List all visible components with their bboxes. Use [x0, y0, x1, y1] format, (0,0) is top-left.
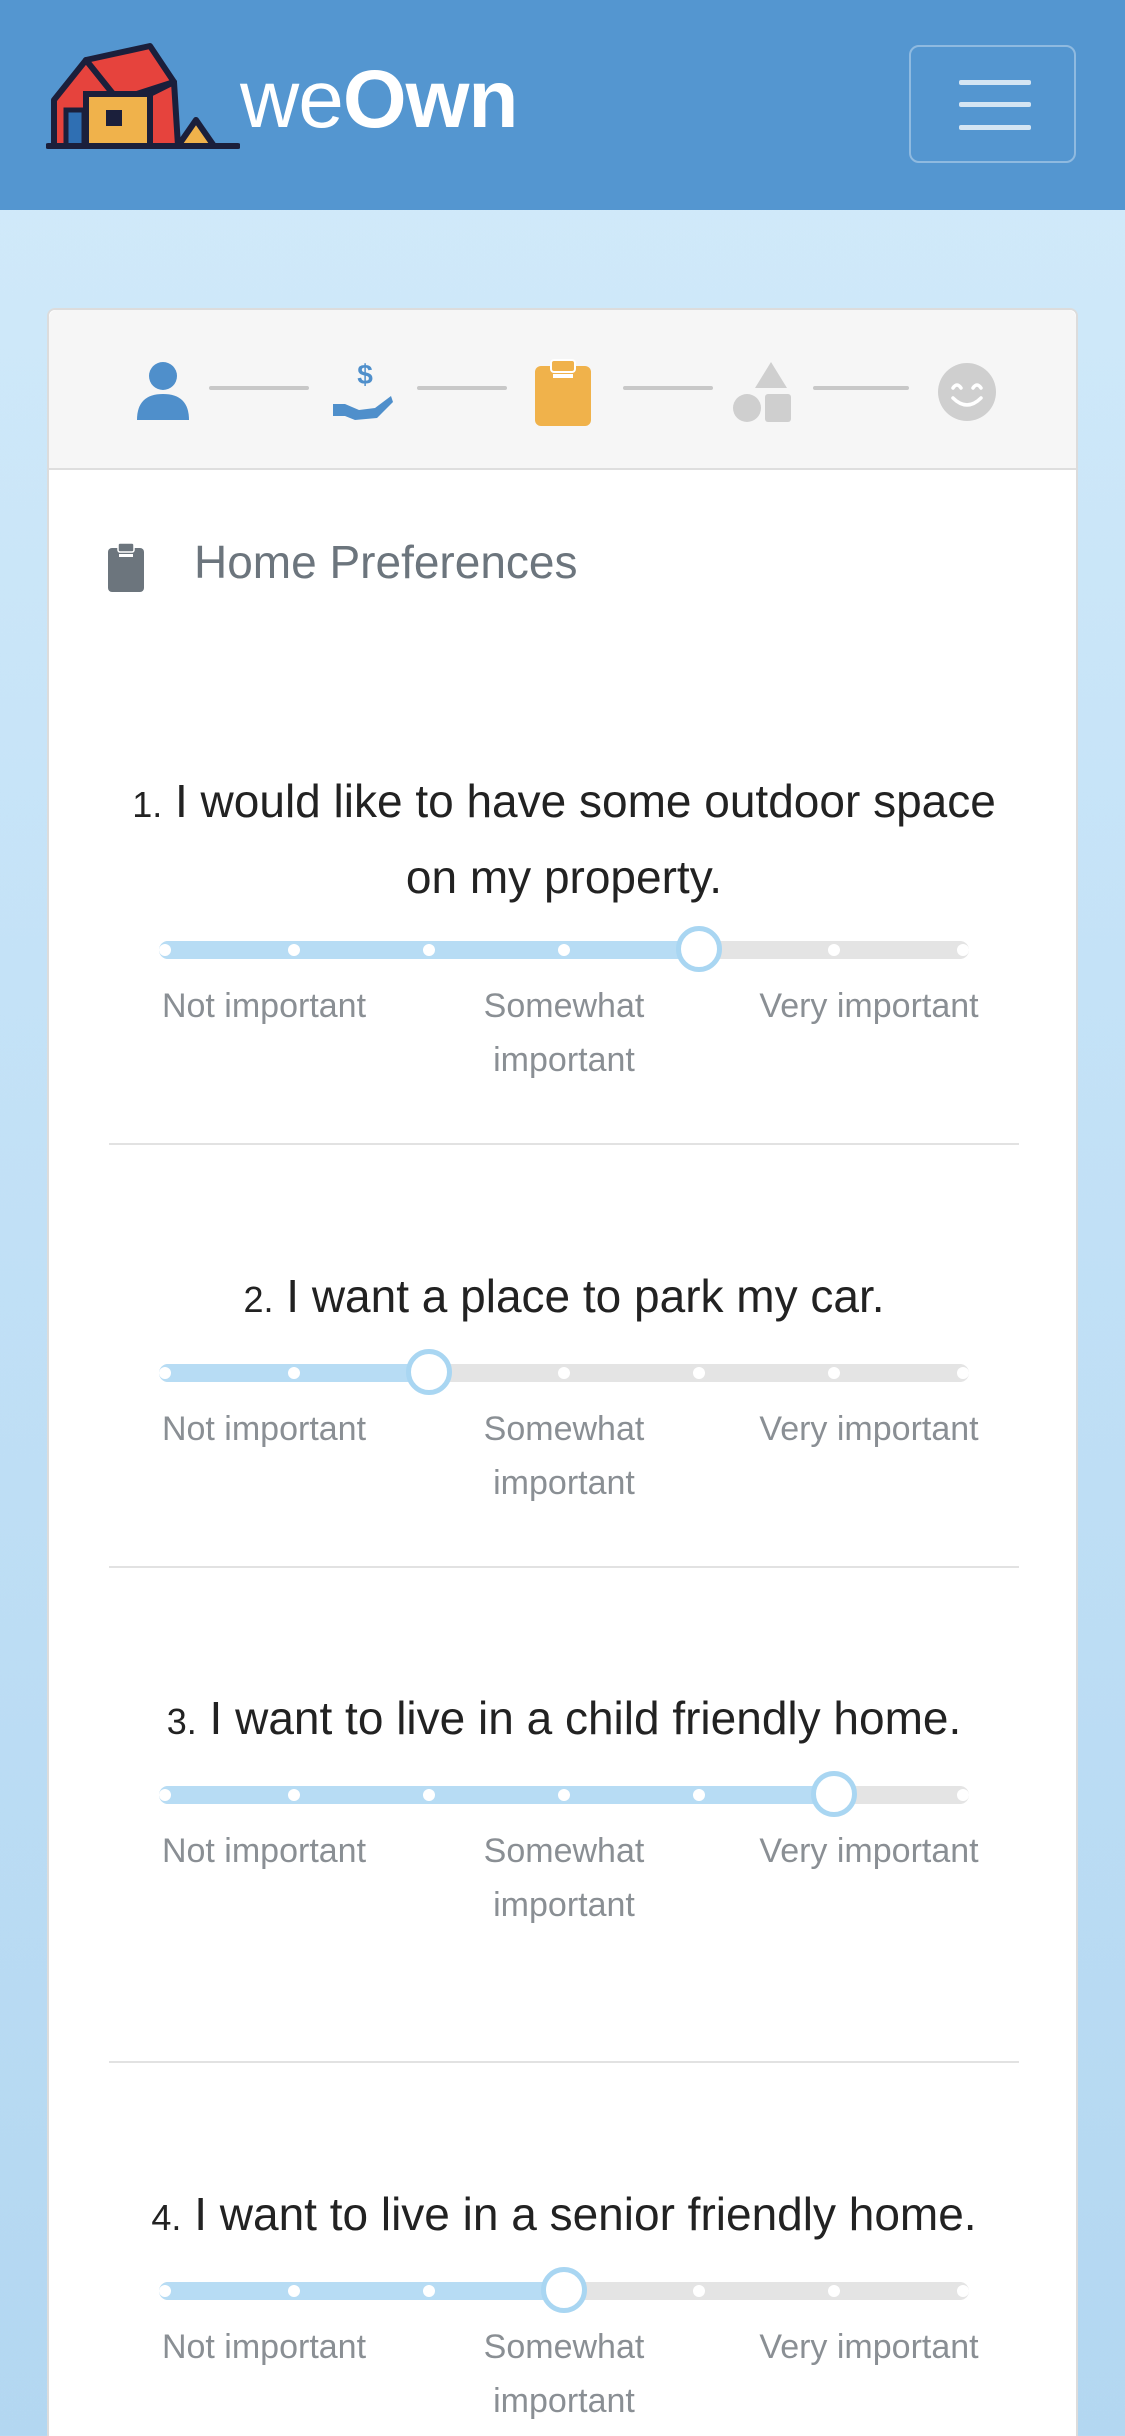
label-not-important: Not important [161, 1410, 367, 1448]
slider-tick[interactable] [957, 944, 969, 956]
question-item: 3. I want to live in a child friendly ho… [109, 1682, 1019, 1944]
question-text: 2. I want a place to park my car. [109, 1260, 1019, 1336]
shapes-icon[interactable] [731, 358, 795, 426]
label-somewhat-important: Somewhat important [483, 987, 645, 1079]
label-not-important: Not important [161, 1832, 367, 1870]
scale-labels: Not important Somewhat important Very im… [144, 979, 984, 1099]
house-logo-icon[interactable] [46, 38, 240, 150]
question-text: 1. I would like to have some outdoor spa… [109, 765, 1019, 913]
importance-slider[interactable] [159, 926, 969, 972]
importance-slider[interactable] [159, 2267, 969, 2313]
divider [109, 2061, 1019, 2063]
brand-own: Own [342, 54, 519, 145]
importance-slider[interactable] [159, 1771, 969, 1817]
slider-tick[interactable] [288, 2285, 300, 2297]
question-item: 2. I want a place to park my car. Not im… [109, 1260, 1019, 1522]
slider-tick[interactable] [558, 944, 570, 956]
menu-bar-icon [959, 80, 1031, 85]
slider-tick[interactable] [159, 1367, 171, 1379]
slider-tick[interactable] [957, 1367, 969, 1379]
label-very-important: Very important [759, 1410, 979, 1448]
label-somewhat-important: Somewhat important [483, 1410, 645, 1502]
question-label: I want to live in a child friendly home. [209, 1692, 962, 1744]
clipboard-icon [108, 542, 144, 592]
slider-tick[interactable] [558, 1367, 570, 1379]
slider-tick[interactable] [288, 944, 300, 956]
divider [109, 1143, 1019, 1145]
step-connector [623, 386, 713, 390]
label-not-important: Not important [161, 987, 367, 1025]
slider-tick[interactable] [288, 1789, 300, 1801]
step-connector [813, 386, 909, 390]
label-very-important: Very important [759, 2328, 979, 2366]
importance-slider[interactable] [159, 1349, 969, 1395]
menu-bar-icon [959, 102, 1031, 107]
brand-wordmark[interactable]: weOwn [240, 50, 519, 150]
slider-handle[interactable] [811, 1771, 857, 1817]
divider [109, 1566, 1019, 1568]
slider-handle[interactable] [406, 1349, 452, 1395]
slider-tick[interactable] [693, 1789, 705, 1801]
slider-handle[interactable] [676, 926, 722, 972]
slider-fill [159, 1786, 834, 1804]
question-label: I want a place to park my car. [286, 1270, 885, 1322]
slider-tick[interactable] [159, 1789, 171, 1801]
question-item: 1. I would like to have some outdoor spa… [109, 765, 1019, 1099]
slider-fill [159, 2282, 564, 2300]
label-not-important: Not important [161, 2328, 367, 2366]
slider-tick[interactable] [159, 2285, 171, 2297]
slider-tick[interactable] [828, 2285, 840, 2297]
slider-tick[interactable] [957, 2285, 969, 2297]
question-number: 1. [132, 784, 163, 825]
question-item: 4. I want to live in a senior friendly h… [109, 2178, 1019, 2436]
scale-labels: Not important Somewhat important Very im… [144, 1402, 984, 1522]
question-number: 2. [243, 1279, 274, 1320]
user-icon[interactable] [131, 358, 195, 426]
slider-tick[interactable] [957, 1789, 969, 1801]
label-very-important: Very important [759, 1832, 979, 1870]
slider-tick[interactable] [159, 944, 171, 956]
question-number: 3. [166, 1701, 197, 1742]
top-navbar: weOwn [0, 0, 1125, 210]
slider-handle[interactable] [541, 2267, 587, 2313]
step-connector [209, 386, 309, 390]
smile-icon[interactable] [935, 358, 999, 426]
label-somewhat-important: Somewhat important [483, 1832, 645, 1924]
step-connector [417, 386, 507, 390]
slider-tick[interactable] [423, 1789, 435, 1801]
question-label: I would like to have some outdoor space … [175, 775, 996, 903]
hand-dollar-icon[interactable]: $ [331, 358, 395, 426]
label-very-important: Very important [759, 987, 979, 1025]
question-text: 4. I want to live in a senior friendly h… [109, 2178, 1019, 2254]
hamburger-menu-button[interactable] [909, 45, 1076, 163]
menu-bar-icon [959, 125, 1031, 130]
svg-text:$: $ [357, 359, 373, 390]
slider-tick[interactable] [693, 2285, 705, 2297]
slider-tick[interactable] [423, 944, 435, 956]
brand-we: we [240, 54, 344, 145]
slider-tick[interactable] [828, 1367, 840, 1379]
preferences-card: $ Home Preferences 1. I would like to ha… [47, 308, 1078, 2436]
question-label: I want to live in a senior friendly home… [194, 2188, 977, 2240]
scale-labels: Not important Somewhat important Very im… [144, 1824, 984, 1944]
question-number: 4. [151, 2197, 182, 2238]
question-text: 3. I want to live in a child friendly ho… [109, 1682, 1019, 1758]
section-title: Home Preferences [194, 536, 578, 588]
slider-tick[interactable] [288, 1367, 300, 1379]
slider-tick[interactable] [693, 1367, 705, 1379]
progress-stepper: $ [49, 310, 1076, 470]
slider-tick[interactable] [423, 2285, 435, 2297]
slider-tick[interactable] [558, 1789, 570, 1801]
clipboard-icon[interactable] [531, 358, 595, 426]
label-somewhat-important: Somewhat important [483, 2328, 645, 2420]
slider-tick[interactable] [828, 944, 840, 956]
scale-labels: Not important Somewhat important Very im… [144, 2320, 984, 2436]
